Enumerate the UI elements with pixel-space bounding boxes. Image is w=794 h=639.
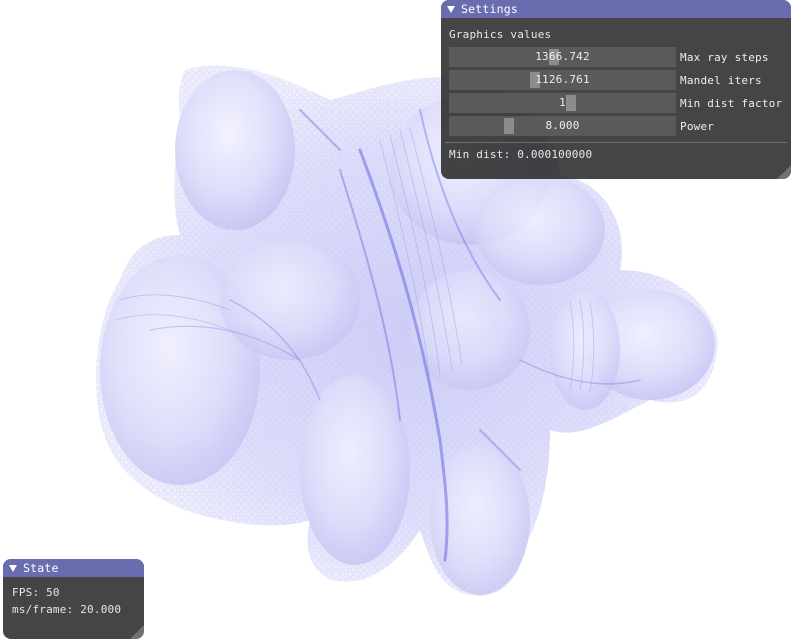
mandel-iters-slider[interactable]: 1126.761 <box>449 70 676 90</box>
min-dist-factor-value: 1 <box>559 96 566 109</box>
power-value: 8.000 <box>545 119 580 132</box>
settings-title-bar[interactable]: Settings <box>441 0 791 18</box>
slider-row-power: 8.000 Power <box>449 116 783 136</box>
collapse-arrow-icon[interactable] <box>9 564 17 572</box>
power-label: Power <box>680 119 715 133</box>
graphics-values-label: Graphics values <box>449 28 552 41</box>
separator <box>445 142 787 143</box>
ms-per-frame-readout: ms/frame: 20.000 <box>12 603 122 616</box>
min-dist-factor-slider[interactable]: 1 <box>449 93 676 113</box>
slider-row-max-ray-steps: 1366.742 Max ray steps <box>449 47 783 67</box>
slider-row-mandel-iters: 1126.761 Mandel iters <box>449 70 783 90</box>
power-slider[interactable]: 8.000 <box>449 116 676 136</box>
resize-grip-icon[interactable] <box>777 165 791 179</box>
min-dist-readout: Min dist: 0.000100000 <box>449 148 593 161</box>
max-ray-steps-label: Max ray steps <box>680 50 769 64</box>
resize-grip-icon[interactable] <box>130 625 144 639</box>
settings-window[interactable]: Settings Graphics values 1366.742 Max ra… <box>441 0 791 179</box>
state-title-bar[interactable]: State <box>3 559 144 577</box>
state-title: State <box>23 561 59 575</box>
settings-title: Settings <box>461 2 518 16</box>
fps-readout: FPS: 50 <box>12 586 60 599</box>
max-ray-steps-value: 1366.742 <box>535 50 590 63</box>
state-window[interactable]: State FPS: 50 ms/frame: 20.000 <box>3 559 144 639</box>
max-ray-steps-slider[interactable]: 1366.742 <box>449 47 676 67</box>
min-dist-factor-label: Min dist factor <box>680 96 783 110</box>
mandel-iters-value: 1126.761 <box>535 73 590 86</box>
collapse-arrow-icon[interactable] <box>447 5 455 13</box>
mandel-iters-label: Mandel iters <box>680 73 762 87</box>
slider-row-min-dist-factor: 1 Min dist factor <box>449 93 783 113</box>
